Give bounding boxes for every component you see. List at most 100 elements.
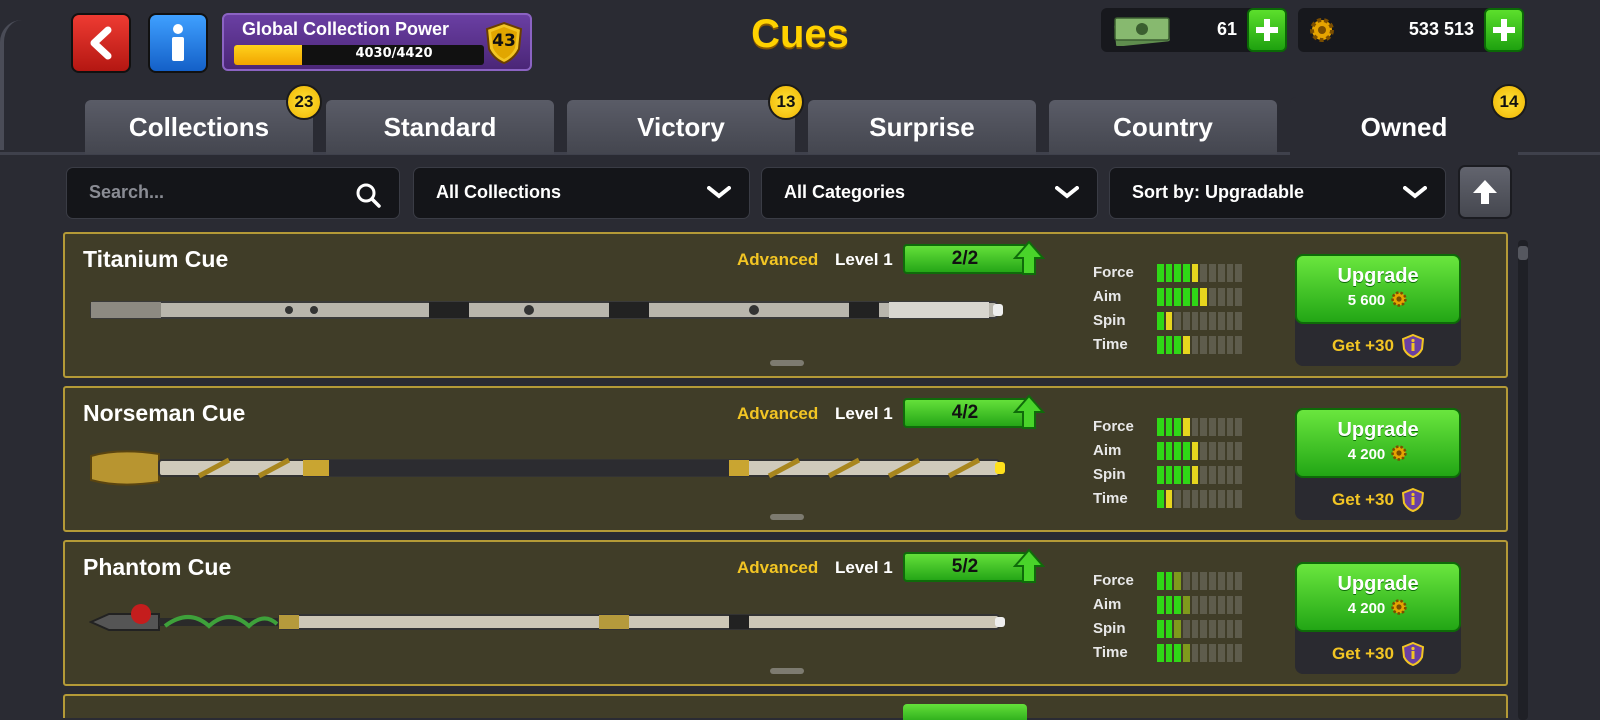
stat-label-time: Time bbox=[1093, 644, 1128, 661]
stat-label-force: Force bbox=[1093, 418, 1134, 435]
stat-segment bbox=[1235, 620, 1242, 638]
stat-segment bbox=[1191, 264, 1199, 282]
stat-segment bbox=[1165, 644, 1173, 662]
stat-segment bbox=[1165, 418, 1173, 436]
collections-dropdown[interactable]: All Collections bbox=[413, 167, 750, 219]
get-more-link[interactable]: Get +30 bbox=[1295, 642, 1461, 666]
next-cue-card-partial[interactable] bbox=[63, 694, 1508, 720]
tab-collections[interactable]: Collections bbox=[85, 100, 313, 154]
stat-segment bbox=[1165, 336, 1173, 354]
stat-bar-force bbox=[1157, 572, 1242, 590]
upgrade-button[interactable]: Upgrade 4 200 bbox=[1295, 408, 1461, 478]
stat-segment bbox=[1200, 490, 1208, 508]
upgrade-button[interactable]: Upgrade 4 200 bbox=[1295, 562, 1461, 632]
stat-segment bbox=[1191, 336, 1199, 354]
stat-segment bbox=[1235, 466, 1242, 484]
shield-info-icon bbox=[1401, 334, 1424, 358]
plus-icon bbox=[1493, 19, 1515, 41]
stat-segment bbox=[1200, 336, 1208, 354]
card-drag-handle[interactable] bbox=[770, 668, 804, 674]
stat-segment bbox=[1165, 620, 1173, 638]
upgrade-cost: 5 600 bbox=[1347, 292, 1386, 309]
tab-standard[interactable]: Standard bbox=[326, 100, 554, 154]
list-scrollbar[interactable] bbox=[1518, 240, 1528, 720]
gcp-progress-bar: 4030/4420 bbox=[234, 45, 484, 65]
cash-value: 61 bbox=[1216, 19, 1237, 39]
sort-direction-button[interactable] bbox=[1458, 165, 1512, 219]
stat-label-spin: Spin bbox=[1093, 620, 1126, 637]
stat-segment bbox=[1235, 418, 1242, 436]
stat-segment bbox=[1165, 596, 1173, 614]
stat-segment bbox=[1235, 264, 1242, 282]
cash-counter: 61 bbox=[1101, 8, 1287, 52]
stat-segment bbox=[1157, 288, 1164, 306]
stat-segment bbox=[1217, 466, 1225, 484]
get-more-link[interactable]: Get +30 bbox=[1295, 334, 1461, 358]
add-cash-button[interactable] bbox=[1247, 8, 1287, 52]
scrollbar-thumb[interactable] bbox=[1518, 246, 1528, 260]
stat-segment bbox=[1226, 490, 1234, 508]
stat-segment bbox=[1183, 620, 1190, 638]
search-input[interactable]: Search... bbox=[89, 182, 164, 203]
info-icon bbox=[172, 24, 184, 61]
stat-segment bbox=[1183, 490, 1190, 508]
stat-segment bbox=[1157, 620, 1164, 638]
gcp-value: 4030/4420 bbox=[355, 46, 433, 61]
stat-segment bbox=[1191, 620, 1199, 638]
stat-segment bbox=[1235, 442, 1242, 460]
stat-segment bbox=[1217, 264, 1225, 282]
back-button[interactable] bbox=[71, 13, 131, 73]
stat-bar-force bbox=[1157, 264, 1242, 282]
cue-image bbox=[89, 448, 1009, 492]
categories-dropdown[interactable]: All Categories bbox=[761, 167, 1098, 219]
stat-label-time: Time bbox=[1093, 336, 1128, 353]
stat-segment bbox=[1174, 596, 1182, 614]
stat-segment bbox=[1183, 442, 1190, 460]
stat-label-spin: Spin bbox=[1093, 312, 1126, 329]
tab-victory[interactable]: Victory bbox=[567, 100, 795, 154]
card-drag-handle[interactable] bbox=[770, 360, 804, 366]
stat-segment bbox=[1183, 466, 1190, 484]
tab-surprise[interactable]: Surprise bbox=[808, 100, 1036, 154]
cue-image bbox=[89, 294, 1009, 328]
categories-dropdown-value: All Categories bbox=[784, 182, 906, 202]
card-drag-handle[interactable] bbox=[770, 514, 804, 520]
stat-segment bbox=[1209, 312, 1216, 330]
tab-country[interactable]: Country bbox=[1049, 100, 1277, 154]
stat-segment bbox=[1191, 572, 1199, 590]
cue-card[interactable]: Norseman Cue Advanced Level 1 4/2 Force … bbox=[63, 386, 1508, 532]
phantom-cue-image bbox=[88, 604, 1005, 631]
upgrade-label: Upgrade bbox=[1337, 265, 1419, 287]
stat-segment bbox=[1165, 442, 1173, 460]
chevron-down-icon bbox=[1403, 186, 1427, 199]
search-field[interactable]: Search... bbox=[66, 167, 400, 219]
stat-segment bbox=[1165, 312, 1173, 330]
level-up-arrow-icon bbox=[1013, 548, 1045, 583]
cue-tier: Advanced bbox=[737, 250, 819, 269]
stat-bar-aim bbox=[1157, 442, 1242, 460]
cue-card[interactable]: Titanium Cue Advanced Level 1 2/2 Force … bbox=[63, 232, 1508, 378]
gcp-label: Global Collection Power bbox=[242, 19, 450, 39]
global-collection-power-panel[interactable]: Global Collection Power 4030/4420 43 bbox=[222, 13, 532, 71]
stat-segment bbox=[1235, 312, 1242, 330]
cue-name: Phantom Cue bbox=[83, 554, 232, 580]
add-coins-button[interactable] bbox=[1484, 8, 1524, 52]
stat-segment bbox=[1209, 336, 1216, 354]
stat-segment bbox=[1191, 596, 1199, 614]
get-more-link[interactable]: Get +30 bbox=[1295, 488, 1461, 512]
info-button[interactable] bbox=[148, 13, 208, 73]
cue-card[interactable]: Phantom Cue Advanced Level 1 5/2 Force A… bbox=[63, 540, 1508, 686]
stat-segment bbox=[1157, 490, 1164, 508]
stat-segment bbox=[1200, 466, 1208, 484]
stat-segment bbox=[1209, 264, 1216, 282]
stat-segment bbox=[1183, 312, 1190, 330]
sort-dropdown[interactable]: Sort by: Upgradable bbox=[1109, 167, 1446, 219]
cue-list[interactable]: Titanium Cue Advanced Level 1 2/2 Force … bbox=[63, 232, 1508, 720]
stat-segment bbox=[1191, 442, 1199, 460]
upgrade-button[interactable]: Upgrade 5 600 bbox=[1295, 254, 1461, 324]
level-up-arrow-icon bbox=[1013, 240, 1045, 275]
tab-owned[interactable]: Owned bbox=[1290, 97, 1518, 157]
cue-level: Level 1 bbox=[835, 558, 893, 577]
stat-segment bbox=[1157, 264, 1164, 282]
stat-segment bbox=[1209, 288, 1216, 306]
